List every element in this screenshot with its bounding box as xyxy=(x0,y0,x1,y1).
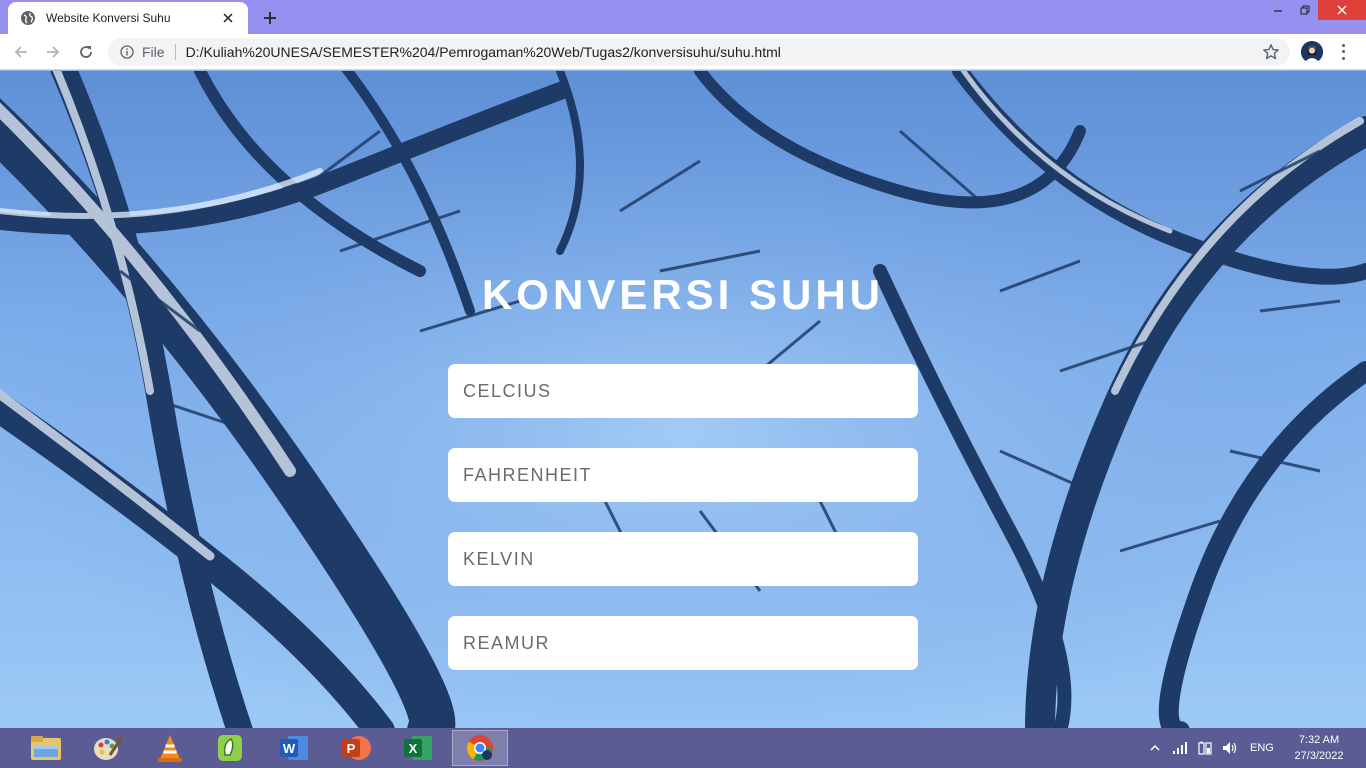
address-bar[interactable]: File D:/Kuliah%20UNESA/SEMESTER%204/Pemr… xyxy=(108,38,1290,66)
tab-close-icon[interactable] xyxy=(220,10,236,26)
reload-icon[interactable] xyxy=(75,41,97,63)
tab-title: Website Konversi Suhu xyxy=(46,11,171,25)
battery-icon[interactable] xyxy=(1197,728,1213,768)
paint-icon[interactable] xyxy=(80,730,136,766)
vlc-icon[interactable] xyxy=(142,730,198,766)
svg-text:W: W xyxy=(283,741,296,756)
svg-text:X: X xyxy=(409,741,418,756)
svg-text:P: P xyxy=(347,741,356,756)
url-text[interactable]: D:/Kuliah%20UNESA/SEMESTER%204/Pemrogama… xyxy=(186,44,781,60)
browser-titlebar: Website Konversi Suhu xyxy=(0,0,1366,34)
browser-toolbar: File D:/Kuliah%20UNESA/SEMESTER%204/Pemr… xyxy=(0,34,1366,70)
new-tab-icon[interactable] xyxy=(259,7,281,29)
restore-icon[interactable] xyxy=(1290,0,1320,20)
show-hidden-icons-icon[interactable] xyxy=(1150,728,1160,768)
network-signal-icon[interactable] xyxy=(1172,728,1190,768)
fahrenheit-input[interactable] xyxy=(448,448,918,502)
language-indicator[interactable]: ENG xyxy=(1250,728,1274,768)
url-scheme-label: File xyxy=(142,44,165,60)
powerpoint-icon[interactable]: P xyxy=(328,730,384,766)
url-divider xyxy=(174,44,176,60)
file-explorer-icon[interactable] xyxy=(18,730,74,766)
kelvin-input[interactable] xyxy=(448,532,918,586)
page-title: KONVERSI SUHU xyxy=(481,271,885,318)
clock-date: 27/3/2022 xyxy=(1294,750,1344,762)
browser-tab[interactable]: Website Konversi Suhu xyxy=(8,2,248,34)
page-viewport: KONVERSI SUHU xyxy=(0,71,1366,728)
reamur-input[interactable] xyxy=(448,616,918,670)
celcius-input[interactable] xyxy=(448,364,918,418)
word-icon[interactable]: W xyxy=(266,730,322,766)
language-label: ENG xyxy=(1250,742,1274,754)
volume-icon[interactable] xyxy=(1222,728,1238,768)
minimize-icon[interactable] xyxy=(1263,0,1293,20)
forward-arrow-icon[interactable] xyxy=(42,41,64,63)
profile-avatar[interactable] xyxy=(1301,41,1323,63)
bookmark-star-icon[interactable] xyxy=(1262,43,1280,61)
coreldraw-icon[interactable] xyxy=(202,730,258,766)
more-options-icon[interactable] xyxy=(1336,42,1350,62)
globe-icon xyxy=(20,10,36,26)
info-icon[interactable] xyxy=(120,45,134,59)
back-arrow-icon[interactable] xyxy=(10,41,32,63)
windows-taskbar: W P X ENG 7:32 AM 27/3/2022 xyxy=(0,728,1366,768)
window-close-icon[interactable] xyxy=(1318,0,1366,20)
clock[interactable]: 7:32 AM 27/3/2022 xyxy=(1284,732,1354,764)
clock-time: 7:32 AM xyxy=(1298,734,1340,746)
chrome-icon[interactable] xyxy=(452,730,508,766)
excel-icon[interactable]: X xyxy=(390,730,446,766)
